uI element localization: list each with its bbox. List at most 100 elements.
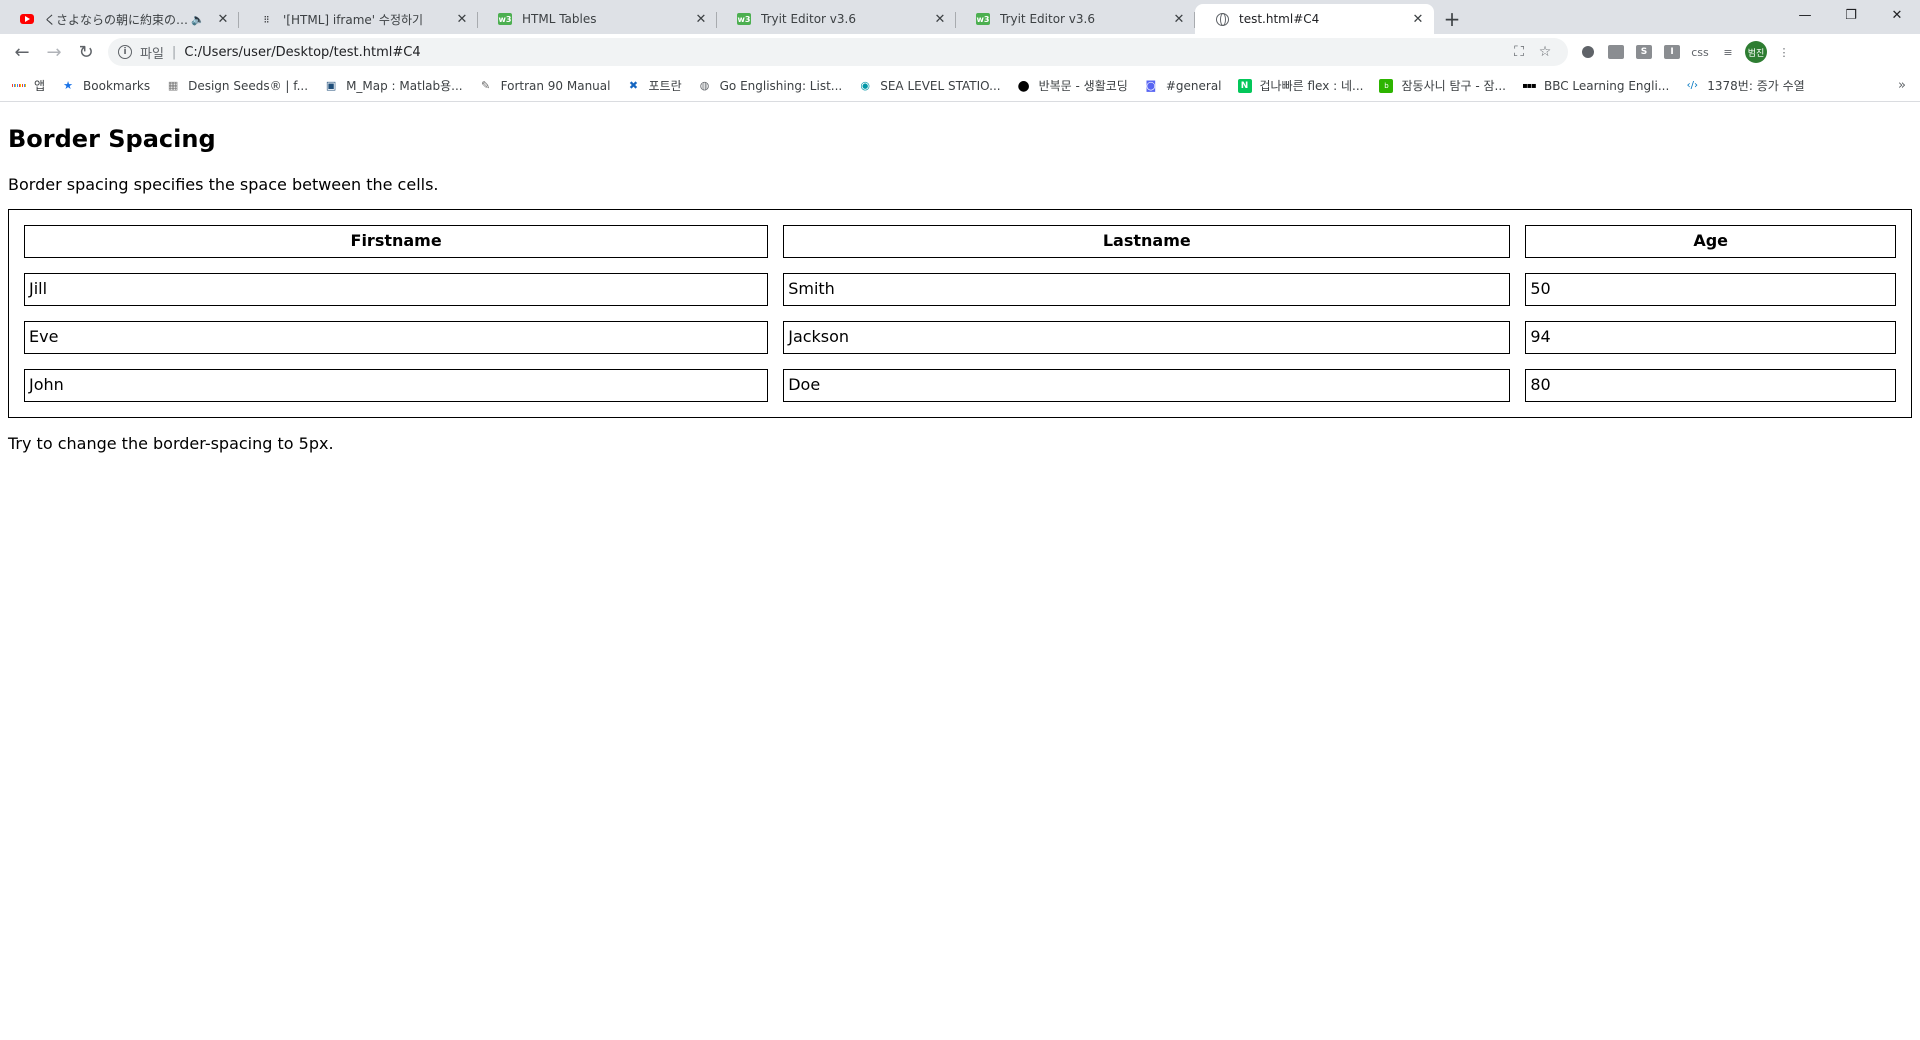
- info-icon[interactable]: i: [118, 45, 132, 59]
- dots-icon: ⁝⁝: [263, 12, 270, 26]
- blog-icon: b: [1379, 78, 1394, 93]
- tab-0[interactable]: くさよならの朝に約束の花を 🔈 ✕: [0, 4, 239, 34]
- bookmarks-bar: 앱 ★ Bookmarks ▦ Design Seeds® | f... ▣ M…: [0, 70, 1920, 102]
- table-cell: Eve: [24, 321, 769, 354]
- media-icon[interactable]: ≡: [1714, 38, 1742, 66]
- table-cell: John: [24, 369, 769, 402]
- bookmark-1378[interactable]: ‹/› 1378번: 증가 수열: [1685, 77, 1805, 94]
- back-button[interactable]: ←: [6, 36, 38, 68]
- page-title: Border Spacing: [8, 125, 216, 153]
- black-circle-icon: ●: [1017, 77, 1030, 94]
- scheme-label: 파일: [140, 46, 164, 62]
- url-text[interactable]: C:/Users/user/Desktop/test.html#C4: [184, 45, 1506, 60]
- column-header-firstname: Firstname: [24, 225, 769, 258]
- bookmark-design-seeds[interactable]: ▦ Design Seeds® | f...: [166, 79, 308, 93]
- profile-avatar[interactable]: 범진: [1742, 38, 1770, 66]
- bookmark-loops[interactable]: ● 반복문 - 생활코딩: [1017, 77, 1127, 94]
- extension-1-icon[interactable]: [1574, 38, 1602, 66]
- demo-table: Firstname Lastname Age Jill Smith 50 Eve…: [8, 209, 1912, 418]
- w3schools-icon: w3: [737, 13, 751, 25]
- table-row: Jill Smith 50: [24, 273, 1896, 306]
- tab-1[interactable]: ⁝⁝ '[HTML] iframe' 수정하기 ✕: [239, 4, 478, 34]
- column-header-lastname: Lastname: [783, 225, 1511, 258]
- speaker-icon[interactable]: 🔈: [191, 13, 205, 26]
- translate-icon[interactable]: ⛶: [1506, 39, 1532, 65]
- browser-toolbar: ← → ↻ i 파일 | C:/Users/user/Desktop/test.…: [0, 34, 1920, 70]
- close-icon[interactable]: ✕: [215, 11, 231, 27]
- extension-4-icon[interactable]: I: [1658, 38, 1686, 66]
- table-cell: 80: [1525, 369, 1896, 402]
- outro-text: Try to change the border-spacing to 5px.: [8, 434, 334, 453]
- chevron-double-right-icon[interactable]: »: [1898, 78, 1906, 93]
- discord-icon: ◙: [1145, 79, 1157, 92]
- minimize-icon[interactable]: —: [1782, 0, 1828, 30]
- bookmark-fortran-manual[interactable]: ✎ Fortran 90 Manual: [479, 79, 610, 93]
- mmap-icon: ▣: [325, 79, 337, 92]
- bookmark-flex[interactable]: N 겁나빠른 flex : 네...: [1237, 77, 1363, 94]
- star-icon: ★: [63, 79, 73, 92]
- tab-title: Tryit Editor v3.6: [1000, 12, 1095, 26]
- tab-strip: くさよならの朝に約束の花を 🔈 ✕ ⁝⁝ '[HTML] iframe' 수정하…: [0, 0, 1920, 34]
- close-icon[interactable]: ✕: [454, 11, 470, 27]
- extension-css-icon[interactable]: css: [1686, 38, 1714, 66]
- naver-icon: N: [1237, 78, 1252, 93]
- globe-icon: [1215, 12, 1229, 26]
- bookmark-go-englishing[interactable]: ◍ Go Englishing: List...: [698, 79, 842, 93]
- sea-level-icon: ◉: [860, 79, 871, 92]
- tab-3[interactable]: w3 Tryit Editor v3.6 ✕: [717, 4, 956, 34]
- close-icon[interactable]: ✕: [932, 11, 948, 27]
- bookmark-mmap[interactable]: ▣ M_Map : Matlab용...: [324, 77, 463, 94]
- bookmark-bookmarks[interactable]: ★ Bookmarks: [61, 79, 150, 93]
- close-icon[interactable]: ✕: [693, 11, 709, 27]
- bookmark-apps[interactable]: 앱: [11, 77, 45, 94]
- tab-title: test.html#C4: [1239, 12, 1320, 26]
- reload-icon: ↻: [78, 41, 94, 63]
- bbc-icon: ▪▪▪: [1522, 81, 1536, 90]
- apps-grid-icon: [11, 79, 27, 93]
- tab-5-active[interactable]: test.html#C4 ✕: [1195, 4, 1434, 34]
- table-cell: Jackson: [783, 321, 1511, 354]
- extension-3-icon[interactable]: S: [1630, 38, 1658, 66]
- bookmark-general[interactable]: ◙ #general: [1144, 79, 1222, 93]
- column-header-age: Age: [1525, 225, 1896, 258]
- menu-kebab-icon[interactable]: ⋮: [1770, 38, 1798, 66]
- table-cell: Smith: [783, 273, 1511, 306]
- forward-button[interactable]: →: [38, 36, 70, 68]
- intro-text: Border spacing specifies the space betwe…: [8, 175, 439, 194]
- w3schools-icon: w3: [976, 13, 990, 25]
- bookmark-fortran[interactable]: ✖ 포트란: [626, 77, 682, 94]
- table-row: John Doe 80: [24, 369, 1896, 402]
- tab-4[interactable]: w3 Tryit Editor v3.6 ✕: [956, 4, 1195, 34]
- page-content: Border Spacing Border spacing specifies …: [0, 103, 1920, 1040]
- youtube-icon: [20, 12, 34, 26]
- bookmark-bbc[interactable]: ▪▪▪ BBC Learning Engli...: [1522, 79, 1669, 93]
- w3schools-icon: w3: [498, 13, 512, 25]
- table-cell: Jill: [24, 273, 769, 306]
- table-cell: 94: [1525, 321, 1896, 354]
- window-close-icon[interactable]: ✕: [1874, 0, 1920, 30]
- table-header-row: Firstname Lastname Age: [24, 225, 1896, 258]
- tab-2[interactable]: w3 HTML Tables ✕: [478, 4, 717, 34]
- code-icon: ‹/›: [1686, 80, 1698, 91]
- tab-title: HTML Tables: [522, 12, 597, 26]
- restore-icon[interactable]: ❐: [1828, 0, 1874, 30]
- bookmark-sea-level[interactable]: ◉ SEA LEVEL STATIO...: [858, 79, 1000, 93]
- extension-2-icon[interactable]: [1602, 38, 1630, 66]
- reload-button[interactable]: ↻: [70, 36, 102, 68]
- star-icon[interactable]: ☆: [1532, 39, 1558, 65]
- close-icon[interactable]: ✕: [1171, 11, 1187, 27]
- new-tab-button[interactable]: +: [1438, 4, 1466, 34]
- divider: |: [171, 44, 177, 60]
- close-icon[interactable]: ✕: [1410, 11, 1426, 27]
- cross-icon: ✖: [628, 79, 639, 92]
- tab-title: '[HTML] iframe' 수정하기: [283, 12, 424, 27]
- tab-title: Tryit Editor v3.6: [761, 12, 856, 26]
- table-cell: Doe: [783, 369, 1511, 402]
- fortran-icon: ✎: [481, 79, 491, 92]
- window-controls: — ❐ ✕: [1782, 0, 1920, 30]
- design-seeds-icon: ▦: [167, 79, 179, 92]
- address-bar[interactable]: i 파일 | C:/Users/user/Desktop/test.html#C…: [108, 38, 1568, 66]
- table-row: Eve Jackson 94: [24, 321, 1896, 354]
- bookmark-blog[interactable]: b 잠동사니 탐구 - 잠...: [1379, 77, 1506, 94]
- tab-title: くさよならの朝に約束の花を: [44, 12, 192, 27]
